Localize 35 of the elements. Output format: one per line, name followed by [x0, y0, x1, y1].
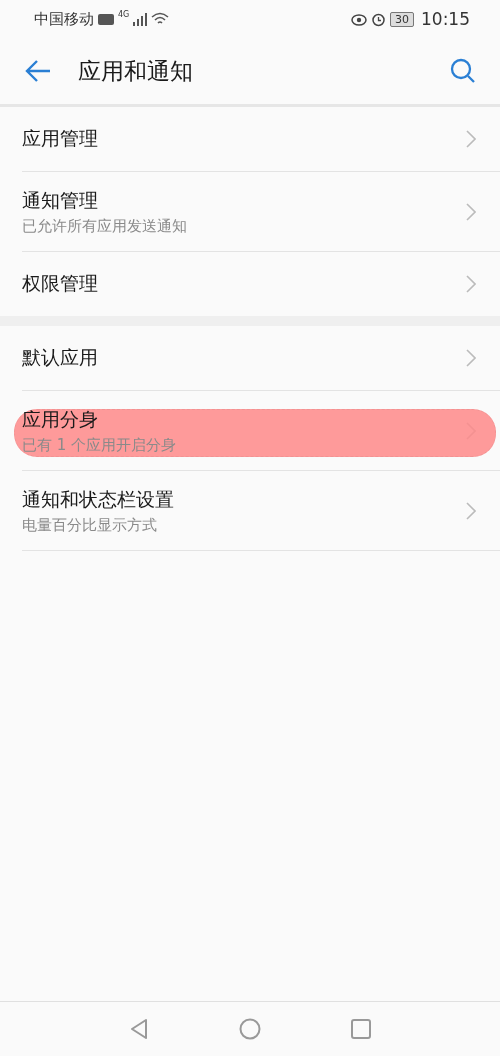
settings-item[interactable]: 通知管理 已允许所有应用发送通知	[22, 172, 500, 252]
settings-item[interactable]: 权限管理	[22, 252, 500, 316]
settings-item[interactable]: 应用分身 已有 1 个应用开启分身	[22, 391, 500, 471]
page-title: 应用和通知	[78, 56, 194, 86]
recents-square-icon[interactable]	[351, 1019, 371, 1039]
hd-icon	[98, 13, 114, 25]
item-title: 通知和状态栏设置	[22, 486, 175, 512]
chevron-icon	[466, 202, 476, 221]
item-subtitle: 电量百分比显示方式	[22, 515, 158, 535]
chevron-icon	[466, 275, 476, 293]
item-subtitle: 已有 1 个应用开启分身	[22, 435, 178, 455]
alarm-icon	[371, 11, 386, 27]
eye-icon	[351, 12, 367, 26]
settings-item[interactable]: 通知和状态栏设置 电量百分比显示方式	[22, 471, 500, 551]
battery-level: 30	[390, 11, 414, 27]
wifi-icon	[151, 12, 170, 26]
search-icon[interactable]	[450, 58, 476, 84]
item-title: 默认应用	[22, 345, 99, 370]
item-subtitle: 已允许所有应用发送通知	[22, 216, 188, 236]
settings-item[interactable]: 应用管理	[22, 107, 500, 172]
clock-time: 10:15	[421, 9, 470, 29]
item-title: 权限管理	[22, 271, 99, 296]
item-title: 应用分身	[22, 406, 99, 432]
back-triangle-icon[interactable]	[129, 1018, 149, 1040]
home-circle-icon[interactable]	[239, 1018, 261, 1040]
item-title: 通知管理	[22, 187, 99, 213]
chevron-icon	[466, 349, 476, 367]
chevron-icon	[466, 501, 476, 520]
network-type: 4G	[118, 10, 130, 19]
item-title: 应用管理	[22, 126, 99, 151]
back-arrow-icon[interactable]	[24, 59, 52, 83]
carrier-name: 中国移动	[34, 9, 94, 29]
chevron-icon	[466, 130, 476, 148]
settings-item[interactable]: 默认应用	[22, 326, 500, 391]
signal-icon	[133, 12, 148, 26]
